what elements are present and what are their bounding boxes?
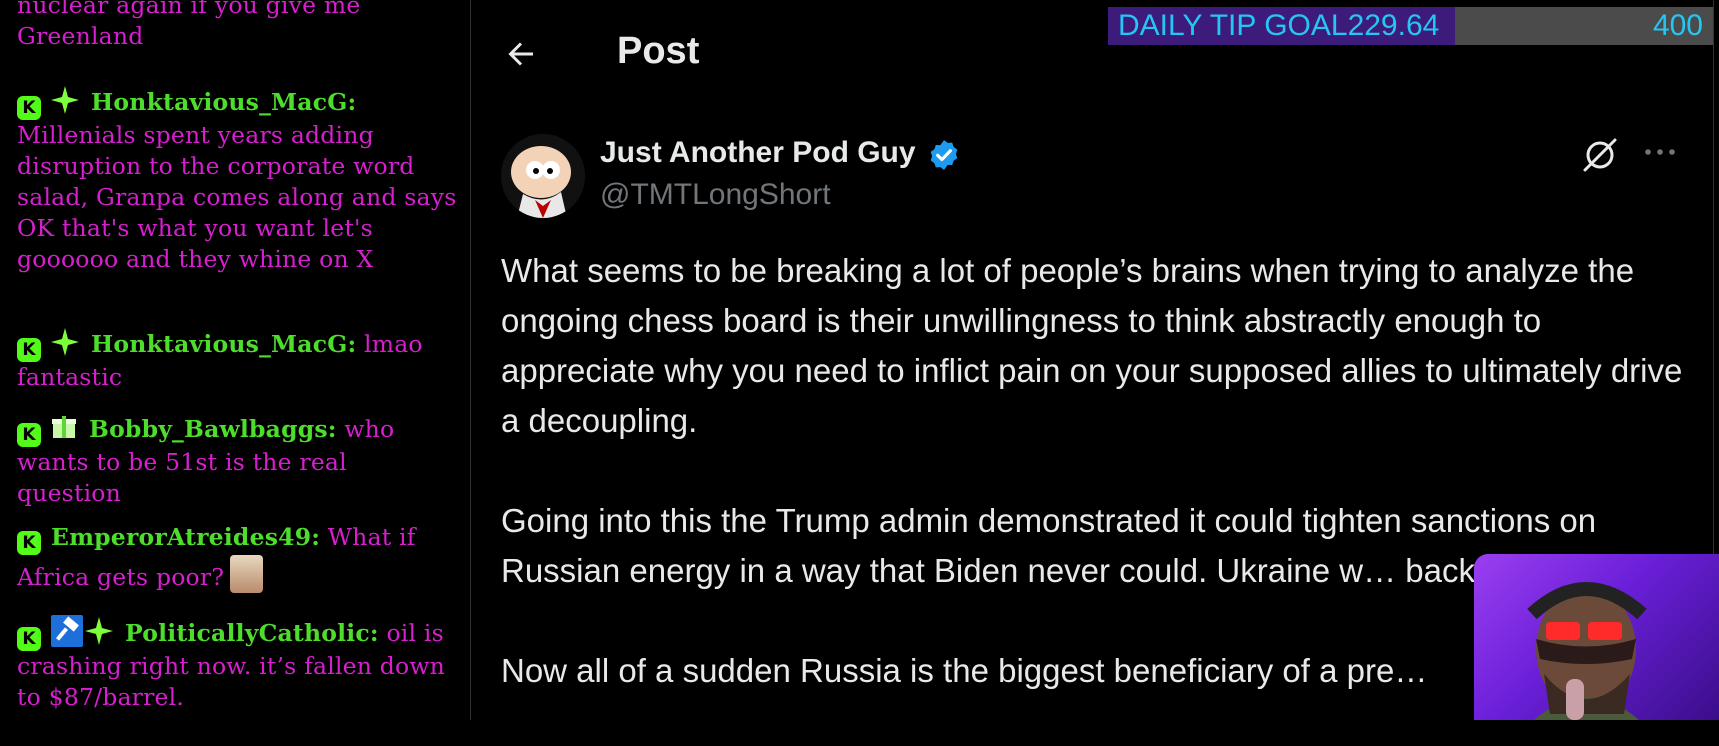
chat-message: nuclear again if you give me Greenland — [17, 0, 457, 52]
kick-badge-icon: K — [17, 96, 41, 120]
chat-message: K EmperorAtreides49: What if Africa gets … — [17, 522, 457, 593]
sparkle-icon — [85, 617, 113, 645]
gift-icon — [52, 416, 76, 438]
sparkle-icon — [51, 328, 79, 356]
tip-goal-label: DAILY TIP GOAL229.64 — [1118, 9, 1439, 43]
author-display-name[interactable]: Just Another Pod Guy — [600, 136, 916, 170]
sparkle-icon — [51, 86, 79, 114]
chat-username[interactable]: Honktavious_MacG: — [91, 330, 356, 358]
tip-goal-bar: DAILY TIP GOAL229.64 400 — [1108, 7, 1713, 45]
kick-badge-icon: K — [17, 338, 41, 362]
tip-goal-max: 400 — [1652, 9, 1703, 42]
post-paragraph: What seems to be breaking a lot of peopl… — [501, 252, 1683, 439]
kick-badge-icon: K — [17, 531, 41, 555]
gavel-icon — [51, 615, 83, 647]
author-handle[interactable]: @TMTLongShort — [600, 178, 831, 212]
chat-panel: nuclear again if you give me Greenland K… — [0, 0, 470, 720]
more-horizontal-icon[interactable] — [1643, 142, 1677, 162]
emote-icon — [230, 555, 264, 593]
chat-message: K PoliticallyCatholic: oil is crashing ri… — [17, 615, 457, 713]
grok-icon[interactable] — [1581, 136, 1619, 174]
tip-goal-current: 229.64 — [1347, 9, 1440, 42]
page-title: Post — [617, 30, 700, 72]
kick-badge-icon: K — [17, 423, 41, 447]
avatar[interactable] — [501, 134, 585, 218]
chat-username[interactable]: PoliticallyCatholic: — [125, 619, 379, 647]
tip-goal-title: DAILY TIP GOAL — [1118, 9, 1348, 42]
chat-username[interactable]: EmperorAtreides49: — [51, 523, 320, 551]
chat-message: K Bobby_Bawlbaggs: who wants to be 51st i… — [17, 413, 457, 509]
arrow-left-icon[interactable] — [503, 36, 539, 72]
webcam-overlay — [1474, 554, 1719, 720]
chat-username[interactable]: Bobby_Bawlbaggs: — [89, 415, 337, 443]
kick-badge-icon: K — [17, 627, 41, 651]
chat-username[interactable]: Honktavious_MacG: — [91, 88, 356, 116]
verified-badge-icon[interactable] — [927, 138, 961, 172]
chat-message: K Honktavious_MacG: lmao fantastic — [17, 328, 457, 393]
chat-message: K Honktavious_MacG: Millenials spent year… — [17, 86, 457, 275]
chat-message-text: Millenials spent years adding disruption… — [17, 121, 457, 273]
chat-message-text: nuclear again if you give me Greenland — [17, 0, 361, 50]
